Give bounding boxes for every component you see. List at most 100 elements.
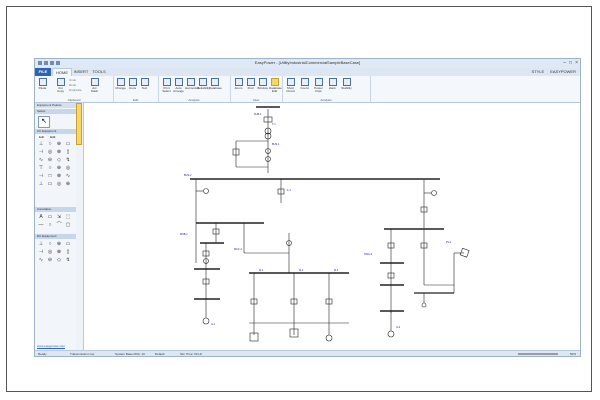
section-select[interactable]: Select	[35, 109, 76, 114]
ac-tool-icon[interactable]: ○	[47, 165, 53, 171]
subtab-edit-2[interactable]: Edit	[50, 135, 55, 139]
ac-tool-icon[interactable]: ⊕	[65, 181, 71, 187]
ac-tool-icon[interactable]: ∿	[38, 157, 44, 163]
ribbon-button[interactable]: Icons	[127, 78, 138, 90]
minimize-button[interactable]: –	[563, 60, 566, 66]
ac-equipment-grid: ⊥ ○ ⊕ ▭ ⊣ ◎ ⊗ ▯ ∿ ⊖ ◇ ↯ ⊤ ○ ⊕ ◎ ⊣ □ ⊗ ∿ ⊥ ▭ ◎ ⊕	[38, 141, 72, 187]
ribbon-button[interactable]: Zoom	[233, 78, 244, 90]
dc-tool-icon[interactable]: ◇	[56, 257, 62, 263]
zoom-slider[interactable]	[518, 353, 558, 355]
ac-tool-icon[interactable]: ⊥	[38, 181, 44, 187]
annot-tool-icon[interactable]: ▭	[47, 214, 53, 220]
ac-tool-icon[interactable]: □	[47, 173, 53, 179]
close-button[interactable]: ×	[575, 60, 578, 66]
annot-tool-icon[interactable]: ○	[47, 222, 53, 228]
ribbon: Clipboard Edit Analysis View Analysis Un…	[35, 76, 580, 103]
ribbon-button[interactable]: Window	[257, 78, 268, 90]
website-link[interactable]: www.easypower.com	[37, 344, 65, 348]
ribbon-button[interactable]: Harmonics	[185, 78, 199, 90]
dc-tool-icon[interactable]: ▭	[65, 241, 71, 247]
ribbon-button[interactable]: Change	[115, 78, 126, 90]
section-dc-equipment[interactable]: DC Equipment	[35, 234, 76, 239]
annot-tool-icon[interactable]: A	[38, 214, 44, 220]
ac-tool-icon[interactable]: ▯	[65, 149, 71, 155]
annot-tool-icon[interactable]: ⬚	[65, 214, 71, 220]
style-menu[interactable]: STYLE	[532, 69, 545, 74]
collapsed-panel-tab[interactable]	[76, 103, 82, 350]
ribbon-button-label: Harm	[328, 86, 337, 90]
dc-tool-icon[interactable]: ∿	[38, 257, 44, 263]
section-annotation[interactable]: Annotation	[35, 207, 76, 212]
ribbon-button[interactable]: Power Flow	[313, 78, 324, 93]
panel-tab-highlight[interactable]	[76, 103, 82, 145]
diagram-label: G-2	[396, 326, 401, 329]
duplicate-button[interactable]: Duplicate	[69, 88, 82, 93]
annot-tool-icon[interactable]: ⌒	[56, 222, 62, 228]
pointer-tool-icon[interactable]: ↖	[38, 116, 50, 128]
ac-tool-icon[interactable]: ◎	[56, 181, 62, 187]
ribbon-button-icon	[140, 78, 149, 86]
ac-tool-icon[interactable]: ⊖	[47, 157, 53, 163]
dc-tool-icon[interactable]: ◎	[47, 249, 53, 255]
diagram-label: M-1	[259, 269, 264, 272]
dc-tool-icon[interactable]: ⊕	[56, 241, 62, 247]
ac-tool-icon[interactable]: ⊤	[38, 165, 44, 171]
ac-tool-icon[interactable]: ▭	[47, 181, 53, 187]
ribbon-button-label: Database Edit	[269, 86, 282, 93]
ribbon-button[interactable]: Database	[209, 78, 222, 90]
ribbon-button[interactable]: Database Edit	[269, 78, 282, 93]
ac-tool-icon[interactable]: ⊣	[38, 149, 44, 155]
status-info: System Base MVA: 10	[115, 352, 145, 356]
tab-file[interactable]: FILE	[35, 68, 51, 76]
dc-tool-icon[interactable]: ⊗	[56, 249, 62, 255]
dc-tool-icon[interactable]: ▯	[65, 249, 71, 255]
one-line-diagram-canvas[interactable]: SUB-1 T-1 BUS-1 BUS-2 F-1 MSB-1 MCC-1 SW…	[83, 103, 581, 350]
dc-tool-icon[interactable]: ⊖	[47, 257, 53, 263]
dc-tool-icon[interactable]: ↯	[65, 257, 71, 263]
ribbon-button[interactable]: Short Circuit	[285, 78, 296, 93]
ac-tool-icon[interactable]: ↯	[65, 157, 71, 163]
ac-tool-icon[interactable]: ⊗	[56, 173, 62, 179]
ribbon-button[interactable]: Harm	[327, 78, 338, 90]
ribbon-button[interactable]: Auto Arrange	[173, 78, 184, 93]
ribbon-button-icon	[270, 78, 279, 86]
tab-home[interactable]: HOME	[52, 68, 72, 76]
dc-tool-icon[interactable]: ⊣	[38, 249, 44, 255]
status-info: Transmission Line	[70, 352, 95, 356]
ac-tool-icon[interactable]: ▭	[65, 141, 71, 147]
diagram-label: M-2	[299, 269, 304, 272]
ac-tool-icon[interactable]: ⊗	[56, 149, 62, 155]
ac-tool-icon[interactable]: ◇	[56, 157, 62, 163]
ac-tool-icon[interactable]: ◎	[65, 165, 71, 171]
annot-tool-icon[interactable]: —	[38, 222, 44, 228]
ribbon-button[interactable]: Paste	[37, 78, 48, 90]
ribbon-button[interactable]: Cut Copy	[55, 78, 66, 93]
dc-tool-icon[interactable]: ○	[47, 241, 53, 247]
ribbon-button[interactable]: Text	[139, 78, 150, 90]
ribbon-button[interactable]: Arc Flash	[89, 78, 100, 93]
annot-tool-icon[interactable]: ⇲	[56, 214, 62, 220]
ribbon-button-icon	[246, 78, 255, 86]
ribbon-button[interactable]: Coord	[299, 78, 310, 90]
one-line-diagram[interactable]: SUB-1 T-1 BUS-1 BUS-2 F-1 MSB-1 MCC-1 SW…	[84, 103, 581, 350]
diagram-label: BUS-1	[272, 143, 280, 146]
ac-tool-icon[interactable]: ◎	[47, 149, 53, 155]
section-ac-equipment[interactable]: AC Equipment	[35, 129, 76, 134]
ribbon-button[interactable]: Find	[245, 78, 256, 90]
ribbon-button[interactable]: Stability	[341, 78, 352, 90]
maximize-button[interactable]: □	[569, 60, 572, 66]
ac-tool-icon[interactable]: ∿	[65, 173, 71, 179]
ribbon-button[interactable]: Reliability	[197, 78, 210, 90]
ac-tool-icon[interactable]: ⊥	[38, 141, 44, 147]
annot-tool-icon[interactable]: ▢	[65, 222, 71, 228]
ac-tool-icon[interactable]: ⊕	[56, 165, 62, 171]
ribbon-button-label: Cut Copy	[56, 86, 64, 93]
ribbon-button[interactable]: Print Select	[161, 78, 172, 93]
dc-tool-icon[interactable]: ⊥	[38, 241, 44, 247]
ac-tool-icon[interactable]: ⊣	[38, 173, 44, 179]
ac-tool-icon[interactable]: ⊕	[56, 141, 62, 147]
tab-tools[interactable]: TOOLS	[91, 68, 107, 76]
subtab-edit[interactable]: Edit	[37, 135, 47, 139]
ac-tool-icon[interactable]: ○	[47, 141, 53, 147]
tab-insert[interactable]: INSERT	[72, 68, 90, 76]
